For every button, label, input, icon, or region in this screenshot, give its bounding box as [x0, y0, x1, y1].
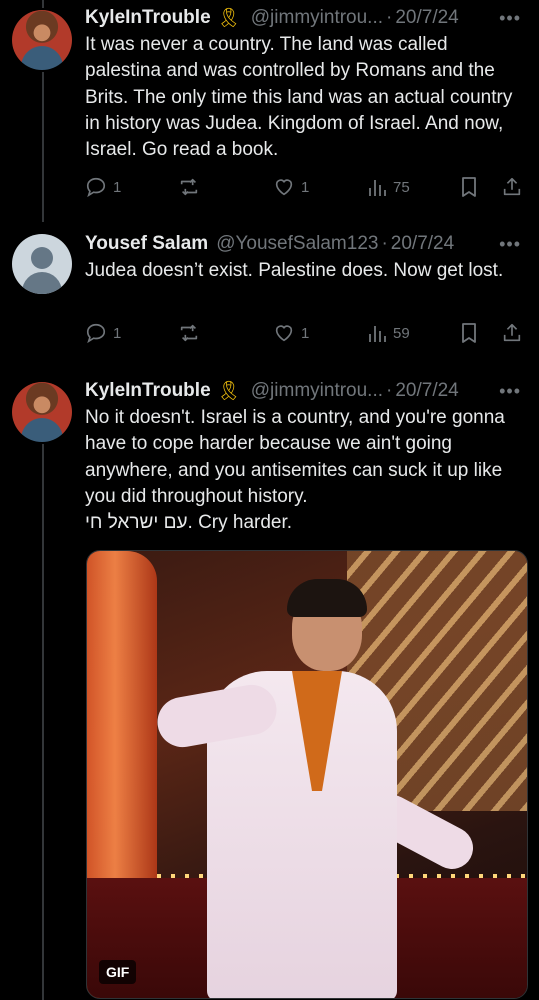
reply-icon — [86, 177, 106, 198]
like-count: 1 — [301, 324, 310, 342]
separator-dot: · — [381, 233, 388, 254]
view-count: 75 — [393, 178, 410, 196]
gif-media[interactable]: GIF — [86, 550, 528, 999]
timestamp[interactable]: 20/7/24 — [395, 7, 458, 29]
default-avatar-head — [31, 247, 53, 269]
avatar[interactable] — [12, 234, 72, 294]
view-count: 59 — [393, 324, 410, 342]
tweet-actions: 1 1 59 — [85, 322, 525, 346]
retweet-icon — [180, 324, 198, 342]
reply-icon — [86, 323, 106, 344]
retweet-button[interactable] — [177, 176, 201, 198]
display-name[interactable]: Yousef Salam — [85, 233, 208, 255]
bookmark-button[interactable] — [459, 176, 479, 198]
tweet-text-body: No it doesn't. Israel is a country, and … — [85, 407, 505, 507]
reply-button[interactable]: 1 — [85, 176, 121, 198]
share-icon — [503, 323, 521, 342]
gif-figure-hair — [287, 579, 367, 617]
views-button[interactable]: 59 — [367, 322, 410, 344]
reply-button[interactable]: 1 — [85, 322, 121, 344]
like-button[interactable]: 1 — [273, 176, 309, 198]
display-name[interactable]: KyleInTrouble — [85, 7, 211, 29]
tweet-text: Judea doesn’t exist. Palestine does. Now… — [85, 260, 504, 281]
tweet-text-hebrew: עם ישראל חי. Cry harder. — [85, 512, 293, 534]
display-name[interactable]: KyleInTrouble — [85, 380, 211, 402]
user-handle[interactable]: @YousefSalam123 — [216, 233, 378, 255]
default-avatar-body — [22, 272, 62, 294]
share-button[interactable] — [501, 322, 523, 344]
tweet[interactable]: KyleInTrouble 🎗 @jimmyintrou... · 20/7/2… — [0, 0, 539, 220]
like-button[interactable]: 1 — [273, 322, 309, 344]
like-count: 1 — [301, 178, 310, 196]
tweet-text: It was never a country. The land was cal… — [85, 34, 513, 161]
avatar[interactable] — [12, 10, 72, 70]
heart-icon — [275, 179, 293, 196]
timestamp[interactable]: 20/7/24 — [395, 380, 458, 402]
tweet-text: No it doesn't. Israel is a country, and … — [85, 405, 525, 536]
user-handle[interactable]: @jimmyintrou... — [251, 7, 383, 29]
more-options-icon[interactable]: ••• — [499, 381, 521, 402]
share-icon — [503, 177, 521, 196]
user-handle[interactable]: @jimmyintrou... — [251, 380, 383, 402]
separator-dot: · — [386, 7, 393, 28]
more-options-icon[interactable]: ••• — [499, 234, 521, 255]
tweet-header: KyleInTrouble 🎗 @jimmyintrou... · 20/7/2… — [85, 5, 459, 31]
retweet-icon — [180, 178, 198, 196]
tweet-actions: 1 1 75 — [85, 176, 525, 200]
yellow-ribbon-icon: 🎗 — [216, 8, 241, 29]
tweet-header: Yousef Salam @YousefSalam123 · 20/7/24 — [85, 231, 454, 257]
yellow-ribbon-icon: 🎗 — [216, 381, 241, 402]
tweet-header: KyleInTrouble 🎗 @jimmyintrou... · 20/7/2… — [85, 378, 459, 404]
more-options-icon[interactable]: ••• — [499, 8, 521, 29]
bookmark-icon — [462, 323, 476, 343]
reply-count: 1 — [113, 178, 122, 196]
reply-count: 1 — [113, 324, 122, 342]
heart-icon — [275, 325, 293, 342]
avatar[interactable] — [12, 382, 72, 442]
views-icon — [369, 326, 386, 342]
retweet-button[interactable] — [177, 322, 201, 344]
share-button[interactable] — [501, 176, 523, 198]
bookmark-button[interactable] — [459, 322, 479, 344]
views-icon — [369, 180, 386, 196]
views-button[interactable]: 75 — [367, 176, 410, 198]
tweet[interactable]: Yousef Salam @YousefSalam123 · 20/7/24 •… — [0, 222, 539, 372]
gif-label: GIF — [99, 960, 137, 984]
bookmark-icon — [462, 177, 476, 197]
timestamp[interactable]: 20/7/24 — [391, 233, 454, 255]
separator-dot: · — [386, 380, 393, 401]
